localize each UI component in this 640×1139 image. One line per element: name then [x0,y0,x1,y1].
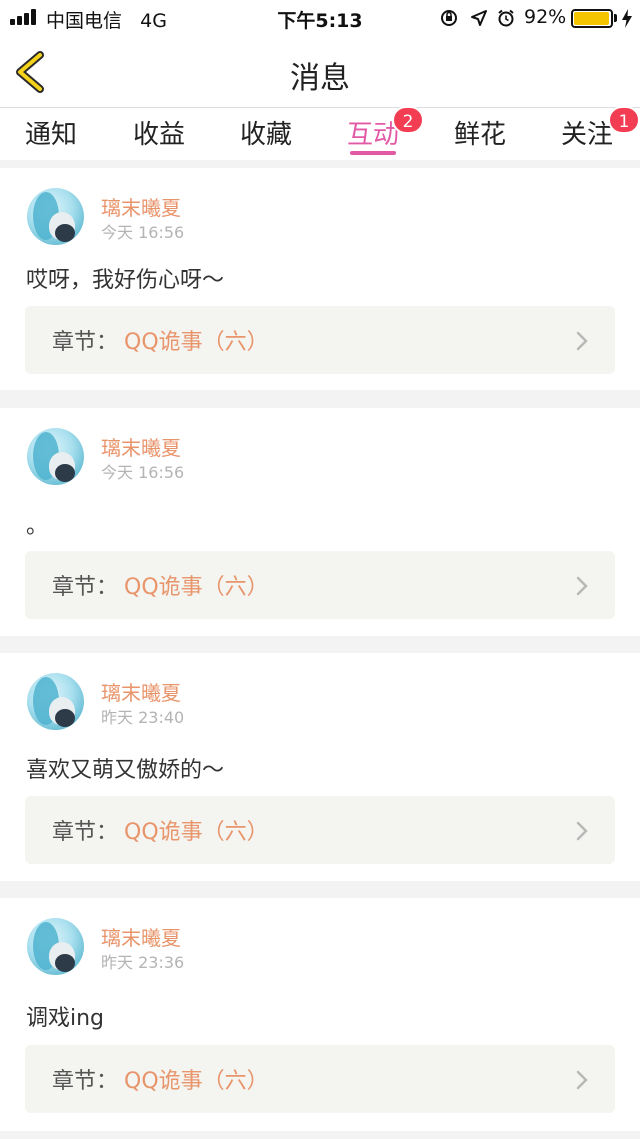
username[interactable]: 璃末曦夏 [101,922,181,951]
tab-interactions[interactable]: 互动 2 [328,106,424,151]
chapter-label: 章节： [52,575,119,600]
message-text: 调戏ing [26,1006,105,1031]
unread-badge: 2 [392,106,424,134]
charging-icon [622,9,632,28]
status-bar: 中国电信 4G 下午5:13 92% [0,0,640,36]
alarm-icon [498,9,514,27]
chapter-label: 章节： [52,330,119,355]
battery-icon [571,9,613,28]
tab-bar: 通知 收益 收藏 互动 2 鲜花 关注 1 [0,106,640,160]
chapter-name: QQ诡事（六） [124,1069,269,1094]
chapter-label: 章节： [52,1069,119,1094]
tab-flowers[interactable]: 鲜花 [435,114,525,151]
chevron-right-icon [576,1070,588,1090]
timestamp: 昨天 23:36 [101,953,185,972]
username[interactable]: 璃末曦夏 [101,192,181,221]
tab-following[interactable]: 关注 1 [542,106,640,151]
nav-bar: 消息 [0,36,640,108]
message-text: 喜欢又萌又傲娇的～ [26,758,225,783]
chevron-right-icon [576,821,588,841]
timestamp: 今天 16:56 [101,223,185,242]
chevron-right-icon [576,576,588,596]
chapter-label: 章节： [52,820,119,845]
active-tab-indicator [350,151,396,155]
tab-label: 收藏 [239,120,292,150]
page-title: 消息 [290,61,350,96]
message-card[interactable]: 璃末曦夏 昨天 23:40 喜欢又萌又傲娇的～ 章节： QQ诡事（六） [0,653,640,881]
message-card[interactable]: 璃末曦夏 今天 16:56 哎呀，我好伤心呀～ 章节： QQ诡事（六） [0,168,640,390]
tab-label: 收益 [132,120,185,150]
message-text: 。 [26,514,49,539]
unread-badge: 1 [608,106,640,134]
message-card[interactable]: 璃末曦夏 昨天 23:36 调戏ing 章节： QQ诡事（六） [0,898,640,1131]
tab-label: 互动 [346,120,399,150]
timestamp: 今天 16:56 [101,463,185,482]
tab-notifications[interactable]: 通知 [6,114,96,151]
tab-label: 鲜花 [453,120,506,150]
tab-label: 通知 [24,120,77,150]
chapter-name: QQ诡事（六） [124,330,269,355]
chevron-right-icon [576,331,588,351]
avatar[interactable] [27,188,84,245]
battery-cap [614,14,617,22]
message-text: 哎呀，我好伤心呀～ [26,268,225,293]
chapter-name: QQ诡事（六） [124,575,269,600]
orientation-lock-icon [441,10,457,26]
username[interactable]: 璃末曦夏 [101,432,181,461]
timestamp: 昨天 23:40 [101,708,185,727]
chapter-name: QQ诡事（六） [124,820,269,845]
chapter-link[interactable]: 章节： QQ诡事（六） [25,551,615,619]
chapter-link[interactable]: 章节： QQ诡事（六） [25,306,615,374]
tab-earnings[interactable]: 收益 [114,114,204,151]
message-card[interactable]: 璃末曦夏 今天 16:56 。 章节： QQ诡事（六） [0,408,640,636]
battery-percent: 92% [524,6,567,28]
avatar[interactable] [27,918,84,975]
tab-favorites[interactable]: 收藏 [221,114,311,151]
chapter-link[interactable]: 章节： QQ诡事（六） [25,1045,615,1113]
location-icon [471,10,487,26]
avatar[interactable] [27,428,84,485]
tab-label: 关注 [560,120,613,150]
username[interactable]: 璃末曦夏 [101,677,181,706]
battery-level [574,12,609,25]
chapter-link[interactable]: 章节： QQ诡事（六） [25,796,615,864]
avatar[interactable] [27,673,84,730]
